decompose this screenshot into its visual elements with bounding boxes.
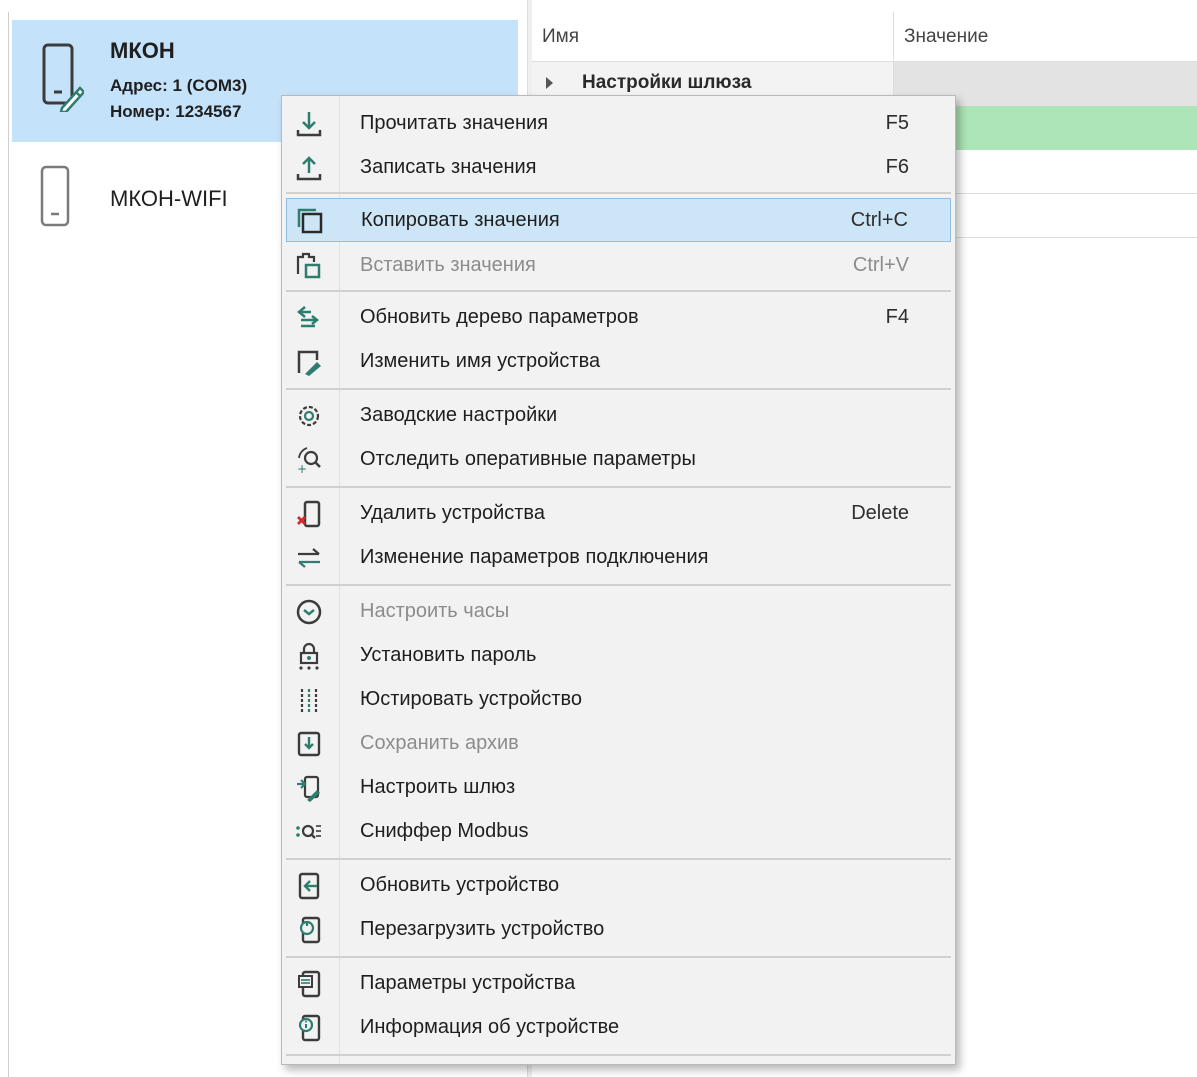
menu-item-read-values[interactable]: Прочитать значения F5 bbox=[286, 102, 951, 146]
menu-item-shortcut: Ctrl+C bbox=[850, 209, 908, 231]
menu-item-shortcut: F6 bbox=[885, 156, 909, 178]
menu-item-label: Отследить оперативные параметры bbox=[360, 448, 696, 470]
menu-separator bbox=[286, 1054, 951, 1056]
menu-separator bbox=[286, 290, 951, 292]
lock-icon bbox=[295, 642, 323, 670]
device-info-icon bbox=[295, 1014, 323, 1042]
device-icon bbox=[38, 164, 72, 235]
menu-item-connection-parameters[interactable]: Изменение параметров подключения bbox=[286, 536, 951, 580]
menu-item-label: Копировать значения bbox=[361, 209, 560, 231]
reboot-device-icon bbox=[295, 916, 323, 944]
menu-separator bbox=[286, 858, 951, 860]
menu-item-label: Настроить часы bbox=[360, 600, 510, 622]
menu-item-label: Изменение параметров подключения bbox=[360, 546, 709, 568]
menu-item-label: Параметры устройства bbox=[360, 972, 576, 994]
menu-item-paste-values[interactable]: Вставить значения Ctrl+V bbox=[286, 244, 951, 288]
delete-device-icon bbox=[295, 500, 323, 528]
menu-item-write-values[interactable]: Записать значения F6 bbox=[286, 146, 951, 190]
menu-separator bbox=[286, 486, 951, 488]
menu-item-label: Перезагрузить устройство bbox=[360, 918, 605, 940]
menu-item-device-parameters[interactable]: Параметры устройства bbox=[286, 962, 951, 1006]
menu-item-rename-device[interactable]: Изменить имя устройства bbox=[286, 340, 951, 384]
menu-separator bbox=[286, 192, 951, 194]
refresh-tree-icon bbox=[295, 304, 323, 332]
menu-item-reboot-device[interactable]: Перезагрузить устройство bbox=[286, 908, 951, 952]
connection-exchange-icon bbox=[295, 544, 323, 572]
menu-item-set-password[interactable]: Установить пароль bbox=[286, 634, 951, 678]
menu-item-label: Заводские настройки bbox=[360, 404, 558, 426]
clock-icon bbox=[295, 598, 323, 626]
calibrate-icon bbox=[295, 686, 323, 714]
menu-item-shortcut: F4 bbox=[885, 306, 909, 328]
gateway-settings-icon bbox=[295, 774, 323, 802]
menu-item-label: Прочитать значения bbox=[360, 112, 549, 134]
download-arrow-icon bbox=[295, 110, 323, 138]
menu-item-copy-values[interactable]: Копировать значения Ctrl+C bbox=[286, 198, 951, 242]
upload-arrow-icon bbox=[295, 154, 323, 182]
menu-item-configure-gateway[interactable]: Настроить шлюз bbox=[286, 766, 951, 810]
menu-item-label: Вставить значения bbox=[360, 254, 536, 276]
update-device-icon bbox=[295, 872, 323, 900]
rename-device-icon bbox=[295, 348, 323, 376]
menu-item-label: Установить пароль bbox=[360, 644, 537, 666]
group-label: Настройки шлюза bbox=[582, 72, 752, 93]
context-menu: Прочитать значения F5 Записать значения … bbox=[281, 95, 956, 1065]
menu-item-modbus-sniffer[interactable]: Сниффер Modbus bbox=[286, 810, 951, 854]
copy-icon bbox=[296, 207, 324, 235]
menu-item-label: Юстировать устройство bbox=[360, 688, 583, 710]
menu-item-label: Сохранить архив bbox=[360, 732, 519, 754]
factory-settings-icon bbox=[295, 402, 323, 430]
menu-item-refresh-parameter-tree[interactable]: Обновить дерево параметров F4 bbox=[286, 296, 951, 340]
menu-item-delete-devices[interactable]: Удалить устройства Delete bbox=[286, 492, 951, 536]
column-header-name[interactable]: Имя bbox=[532, 12, 894, 62]
menu-separator bbox=[286, 388, 951, 390]
column-header-value[interactable]: Значение bbox=[894, 12, 1197, 62]
menu-item-shortcut: Ctrl+V bbox=[852, 254, 909, 276]
device-address: Адрес: 1 (COM3) bbox=[110, 76, 248, 95]
menu-item-factory-settings[interactable]: Заводские настройки bbox=[286, 394, 951, 438]
menu-item-label: Информация об устройстве bbox=[360, 1016, 620, 1038]
monitor-parameters-icon: + bbox=[295, 446, 323, 476]
menu-item-shortcut: F5 bbox=[885, 112, 909, 134]
device-parameters-icon bbox=[295, 970, 323, 998]
menu-item-label: Настроить шлюз bbox=[360, 776, 516, 798]
menu-item-label: Обновить дерево параметров bbox=[360, 306, 639, 328]
expand-arrow-icon[interactable] bbox=[546, 77, 553, 89]
device-number: Номер: 1234567 bbox=[110, 102, 242, 121]
menu-separator bbox=[286, 584, 951, 586]
device-edit-icon bbox=[40, 42, 86, 117]
menu-item-label: Записать значения bbox=[360, 156, 537, 178]
svg-text:+: + bbox=[297, 462, 307, 474]
menu-item-device-info[interactable]: Информация об устройстве bbox=[286, 1006, 951, 1050]
menu-item-label: Сниффер Modbus bbox=[360, 820, 529, 842]
menu-item-label: Обновить устройство bbox=[360, 874, 560, 896]
device-name: МКОН bbox=[110, 38, 175, 63]
device-name: МКОН-WIFI bbox=[110, 186, 228, 211]
menu-item-label: Изменить имя устройства bbox=[360, 350, 601, 372]
menu-item-shortcut: Delete bbox=[851, 502, 909, 524]
menu-item-save-archive[interactable]: Сохранить архив bbox=[286, 722, 951, 766]
panel-border bbox=[8, 12, 9, 1077]
menu-item-calibrate-device[interactable]: Юстировать устройство bbox=[286, 678, 951, 722]
menu-item-set-clock[interactable]: Настроить часы bbox=[286, 590, 951, 634]
menu-item-update-device[interactable]: Обновить устройство bbox=[286, 864, 951, 908]
sniffer-icon bbox=[295, 818, 323, 846]
paste-icon bbox=[295, 252, 323, 280]
menu-separator bbox=[286, 956, 951, 958]
menu-item-monitor-parameters[interactable]: + Отследить оперативные параметры bbox=[286, 438, 951, 482]
menu-item-label: Удалить устройства bbox=[360, 502, 545, 524]
save-archive-icon bbox=[295, 730, 323, 758]
